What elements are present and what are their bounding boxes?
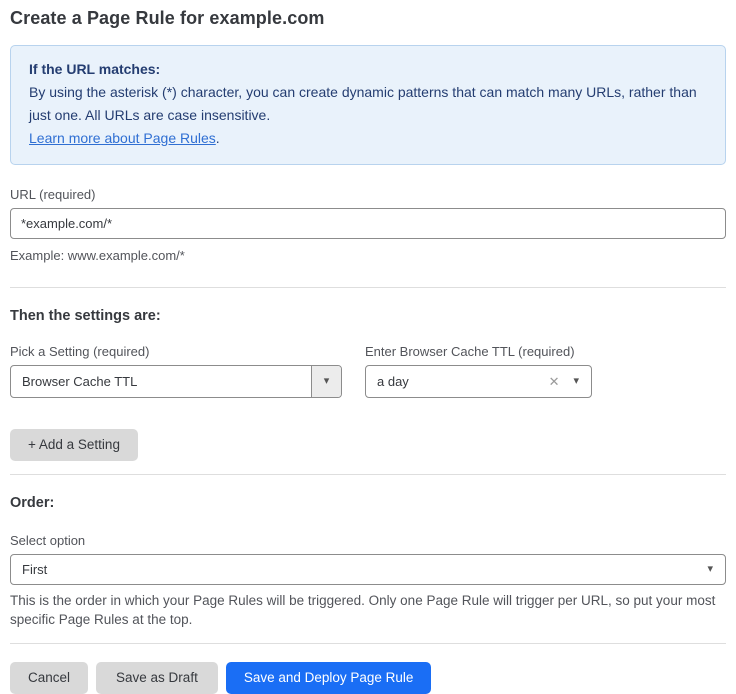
setting-select-label: Pick a Setting (required) [10, 344, 342, 359]
ttl-select-icons: ✕ ▾ [549, 375, 591, 388]
page-title: Create a Page Rule for example.com [10, 8, 726, 29]
ttl-select-label: Enter Browser Cache TTL (required) [365, 344, 592, 359]
clear-icon[interactable]: ✕ [549, 375, 560, 388]
divider [10, 643, 726, 644]
page-rule-form: Create a Page Rule for example.com If th… [0, 0, 736, 694]
save-and-deploy-button[interactable]: Save and Deploy Page Rule [226, 662, 432, 694]
order-select-value: First [11, 562, 707, 577]
learn-more-link[interactable]: Learn more about Page Rules [29, 130, 216, 146]
divider [10, 287, 726, 288]
ttl-select-value: a day [366, 374, 549, 389]
url-field-helper: Example: www.example.com/* [10, 246, 726, 265]
chevron-down-icon[interactable]: ▾ [573, 376, 579, 387]
divider [10, 474, 726, 475]
cancel-button[interactable]: Cancel [10, 662, 88, 694]
settings-dropdown-row: Pick a Setting (required) Browser Cache … [10, 324, 726, 398]
setting-select-value: Browser Cache TTL [11, 374, 311, 389]
order-helper-text: This is the order in which your Page Rul… [10, 591, 726, 629]
link-suffix: . [216, 130, 220, 146]
info-box-body: By using the asterisk (*) character, you… [29, 81, 707, 127]
setting-select-column: Pick a Setting (required) Browser Cache … [10, 324, 342, 398]
settings-section-heading: Then the settings are: [10, 308, 726, 324]
order-select-label: Select option [10, 533, 726, 548]
order-select[interactable]: First ▾ [10, 554, 726, 585]
info-box-heading: If the URL matches: [29, 58, 707, 81]
chevron-down-icon: ▾ [324, 376, 330, 387]
url-input[interactable] [10, 208, 726, 239]
save-as-draft-button[interactable]: Save as Draft [96, 662, 218, 694]
url-field-label: URL (required) [10, 187, 726, 202]
info-box-link-line: Learn more about Page Rules. [29, 127, 707, 150]
url-match-info-box: If the URL matches: By using the asteris… [10, 45, 726, 165]
setting-select-arrow-segment[interactable]: ▾ [311, 366, 341, 397]
chevron-down-icon: ▾ [707, 564, 725, 575]
ttl-select[interactable]: a day ✕ ▾ [365, 365, 592, 398]
add-setting-button[interactable]: + Add a Setting [10, 429, 138, 461]
ttl-select-column: Enter Browser Cache TTL (required) a day… [365, 324, 592, 398]
form-actions: Cancel Save as Draft Save and Deploy Pag… [10, 662, 726, 694]
order-section-heading: Order: [10, 495, 726, 511]
setting-select[interactable]: Browser Cache TTL ▾ [10, 365, 342, 398]
